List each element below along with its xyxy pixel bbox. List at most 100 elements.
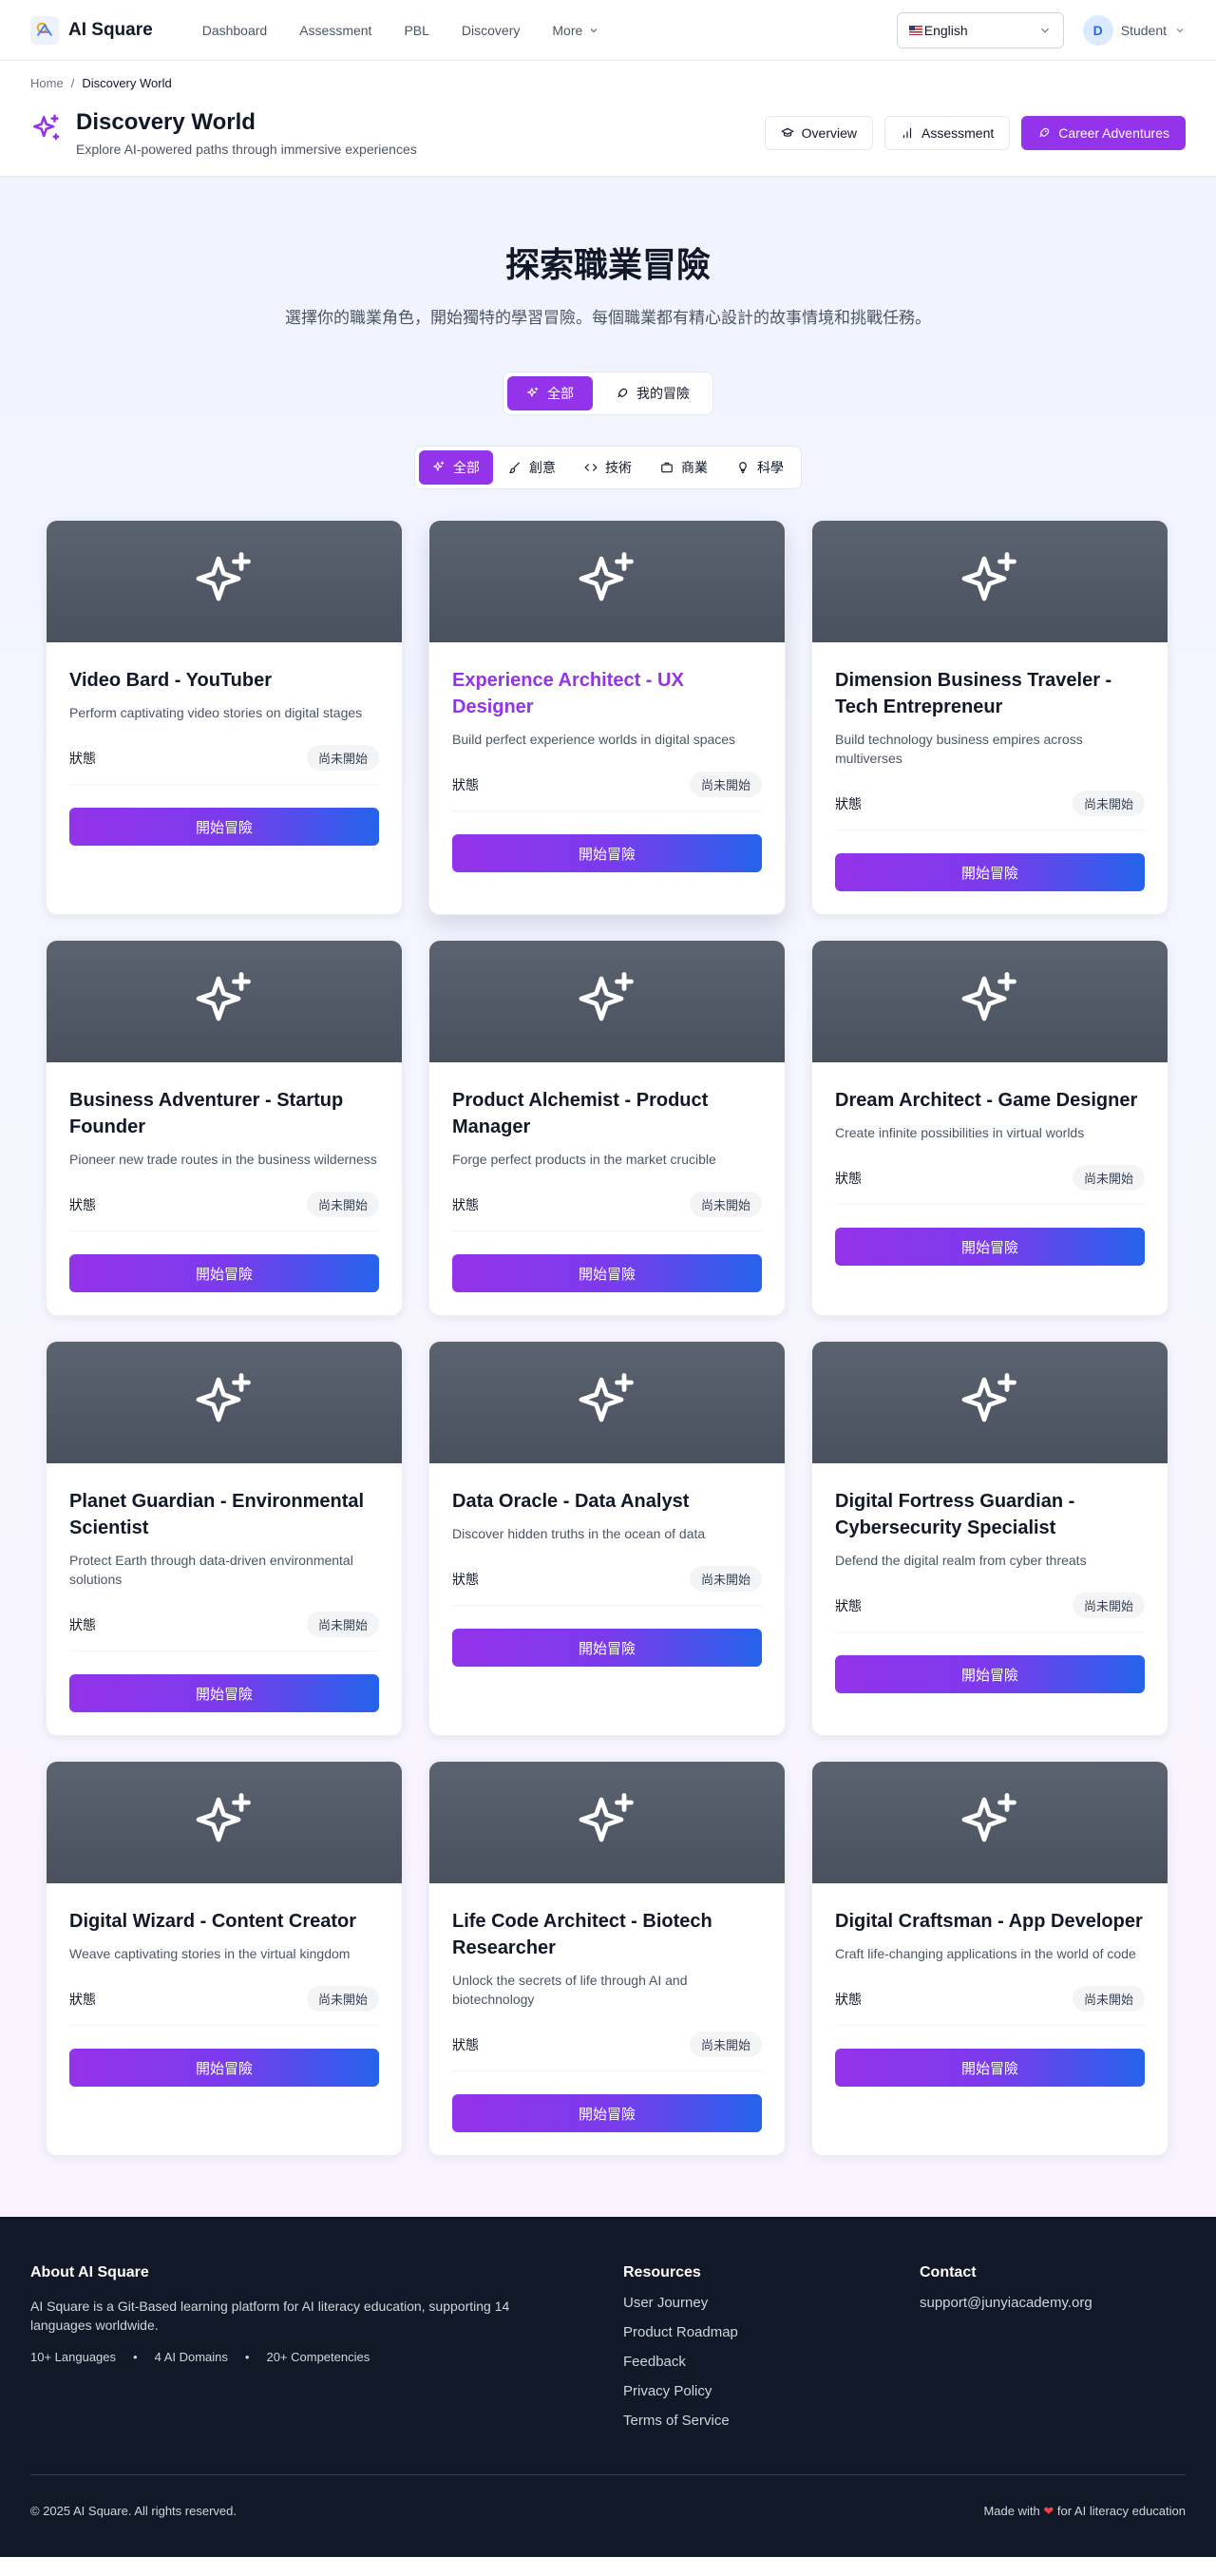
briefcase-icon <box>661 462 673 473</box>
sparkles-icon <box>527 387 539 397</box>
nav-assessment[interactable]: Assessment <box>299 23 371 38</box>
card-banner <box>47 521 402 642</box>
card-banner <box>47 941 402 1062</box>
start-adventure-button[interactable]: 開始冒險 <box>452 1629 762 1667</box>
chevron-down-icon <box>1040 28 1049 33</box>
card-status-row: 狀態 尚未開始 <box>69 1612 379 1651</box>
start-adventure-button[interactable]: 開始冒險 <box>452 834 762 872</box>
career-adventures-button[interactable]: Career Adventures <box>1021 116 1186 150</box>
card-status-row: 狀態 尚未開始 <box>69 745 379 785</box>
footer-link-terms-of-service[interactable]: Terms of Service <box>623 2413 920 2429</box>
nav-discovery[interactable]: Discovery <box>462 23 520 38</box>
category-business-label: 商業 <box>681 461 708 476</box>
start-adventure-button[interactable]: 開始冒險 <box>452 1254 762 1292</box>
status-label: 狀態 <box>835 1171 862 1187</box>
card-status-row: 狀態 尚未開始 <box>69 1986 379 2026</box>
sparkles-icon <box>579 972 634 1021</box>
start-adventure-button[interactable]: 開始冒險 <box>69 808 379 846</box>
status-badge: 尚未開始 <box>1072 791 1145 816</box>
footer-link-user-journey[interactable]: User Journey <box>623 2295 920 2311</box>
breadcrumb-home[interactable]: Home <box>30 76 64 90</box>
card-description: Build technology business empires across… <box>835 732 1083 766</box>
career-card[interactable]: Digital Craftsman - App Developer Craft l… <box>811 1761 1168 2156</box>
card-status-row: 狀態 尚未開始 <box>835 1986 1145 2026</box>
card-banner <box>47 1342 402 1463</box>
start-adventure-button[interactable]: 開始冒險 <box>452 2094 762 2132</box>
career-card[interactable]: Business Adventurer - Startup Founder Pio… <box>46 940 403 1316</box>
status-label: 狀態 <box>835 796 862 812</box>
card-banner <box>47 1762 402 1883</box>
card-banner <box>429 521 785 642</box>
status-badge: 尚未開始 <box>306 1986 379 2012</box>
career-card[interactable]: Dream Architect - Game Designer Create in… <box>811 940 1168 1316</box>
card-description: Protect Earth through data-driven enviro… <box>69 1553 353 1587</box>
user-menu[interactable]: D Student <box>1082 14 1186 46</box>
card-title: Business Adventurer - Startup Founder <box>69 1090 344 1137</box>
start-adventure-button[interactable]: 開始冒險 <box>835 853 1145 891</box>
career-card[interactable]: Life Code Architect - Biotech Researcher… <box>428 1761 786 2156</box>
logo[interactable]: AI Square <box>30 15 153 45</box>
footer-link-feedback[interactable]: Feedback <box>623 2354 920 2370</box>
sparkles-icon <box>961 1793 1016 1842</box>
career-card[interactable]: Product Alchemist - Product Manager Forge… <box>428 940 786 1316</box>
status-label: 狀態 <box>452 1572 479 1588</box>
heart-icon: ❤ <box>1043 2504 1054 2518</box>
start-adventure-button[interactable]: 開始冒險 <box>69 1254 379 1292</box>
language-select[interactable]: English <box>896 11 1064 48</box>
hero-title: 探索職業冒險 <box>504 246 711 285</box>
footer-link-product-roadmap[interactable]: Product Roadmap <box>623 2324 920 2340</box>
career-card[interactable]: Data Oracle - Data Analyst Discover hidde… <box>428 1341 786 1736</box>
career-card[interactable]: Digital Fortress Guardian - Cybersecurit… <box>811 1341 1168 1736</box>
overview-button[interactable]: Overview <box>764 116 874 150</box>
category-tech[interactable]: 技術 <box>571 450 645 485</box>
start-adventure-button[interactable]: 開始冒險 <box>835 1655 1145 1693</box>
category-science[interactable]: 科學 <box>723 450 797 485</box>
career-card[interactable]: Digital Wizard - Content Creator Weave ca… <box>46 1761 403 2156</box>
card-status-row: 狀態 尚未開始 <box>835 1593 1145 1632</box>
breadcrumb-current: Discovery World <box>82 76 172 90</box>
career-card[interactable]: Video Bard - YouTuber Perform captivating… <box>46 520 403 915</box>
assessment-button-label: Assessment <box>922 125 995 141</box>
status-badge: 尚未開始 <box>306 1612 379 1637</box>
sparkles-icon <box>196 1793 251 1842</box>
start-adventure-button[interactable]: 開始冒險 <box>835 2049 1145 2087</box>
assessment-button[interactable]: Assessment <box>884 116 1011 150</box>
card-title: Product Alchemist - Product Manager <box>452 1090 709 1137</box>
start-adventure-button[interactable]: 開始冒險 <box>69 2049 379 2087</box>
us-flag-icon <box>908 25 922 35</box>
card-title: Planet Guardian - Environmental Scientis… <box>69 1491 365 1538</box>
logo-icon <box>30 15 59 45</box>
card-description: Craft life-changing applications in the … <box>835 1946 1136 1961</box>
top-navigation: AI Square Dashboard Assessment PBL Disco… <box>0 0 1216 61</box>
main-nav: Dashboard Assessment PBL Discovery More <box>202 23 600 38</box>
footer-about-title: About AI Square <box>30 2264 149 2280</box>
status-badge: 尚未開始 <box>689 772 762 797</box>
tab-all-label: 全部 <box>547 387 574 402</box>
card-title: Life Code Architect - Biotech Researcher <box>452 1911 712 1958</box>
category-business[interactable]: 商業 <box>647 450 721 485</box>
nav-dashboard[interactable]: Dashboard <box>202 23 268 38</box>
footer-contact-email[interactable]: support@junyiacademy.org <box>920 2295 1092 2311</box>
graduation-cap-icon <box>781 127 794 137</box>
tab-my-adventures-label: 我的冒險 <box>636 387 690 402</box>
career-card[interactable]: Experience Architect - UX Designer Build … <box>428 520 786 915</box>
card-banner <box>812 521 1168 642</box>
footer-stats: 10+ Languages • 4 AI Domains • 20+ Compe… <box>30 2350 623 2364</box>
career-card[interactable]: Dimension Business Traveler - Tech Entre… <box>811 520 1168 915</box>
card-status-row: 狀態 尚未開始 <box>452 772 762 811</box>
category-all[interactable]: 全部 <box>419 450 493 485</box>
nav-pbl[interactable]: PBL <box>404 23 428 38</box>
card-status-row: 狀態 尚未開始 <box>835 791 1145 830</box>
tab-all[interactable]: 全部 <box>507 376 593 410</box>
sparkles-icon <box>196 1373 251 1422</box>
footer-resources-title: Resources <box>623 2264 701 2280</box>
start-adventure-button[interactable]: 開始冒險 <box>835 1228 1145 1266</box>
copyright: © 2025 AI Square. All rights reserved. <box>30 2504 237 2518</box>
category-creative[interactable]: 創意 <box>495 450 569 485</box>
nav-more[interactable]: More <box>552 23 599 38</box>
start-adventure-button[interactable]: 開始冒險 <box>69 1674 379 1712</box>
footer-link-privacy-policy[interactable]: Privacy Policy <box>623 2383 920 2399</box>
status-badge: 尚未開始 <box>1072 1165 1145 1191</box>
career-card[interactable]: Planet Guardian - Environmental Scientis… <box>46 1341 403 1736</box>
tab-my-adventures[interactable]: 我的冒險 <box>597 376 709 410</box>
